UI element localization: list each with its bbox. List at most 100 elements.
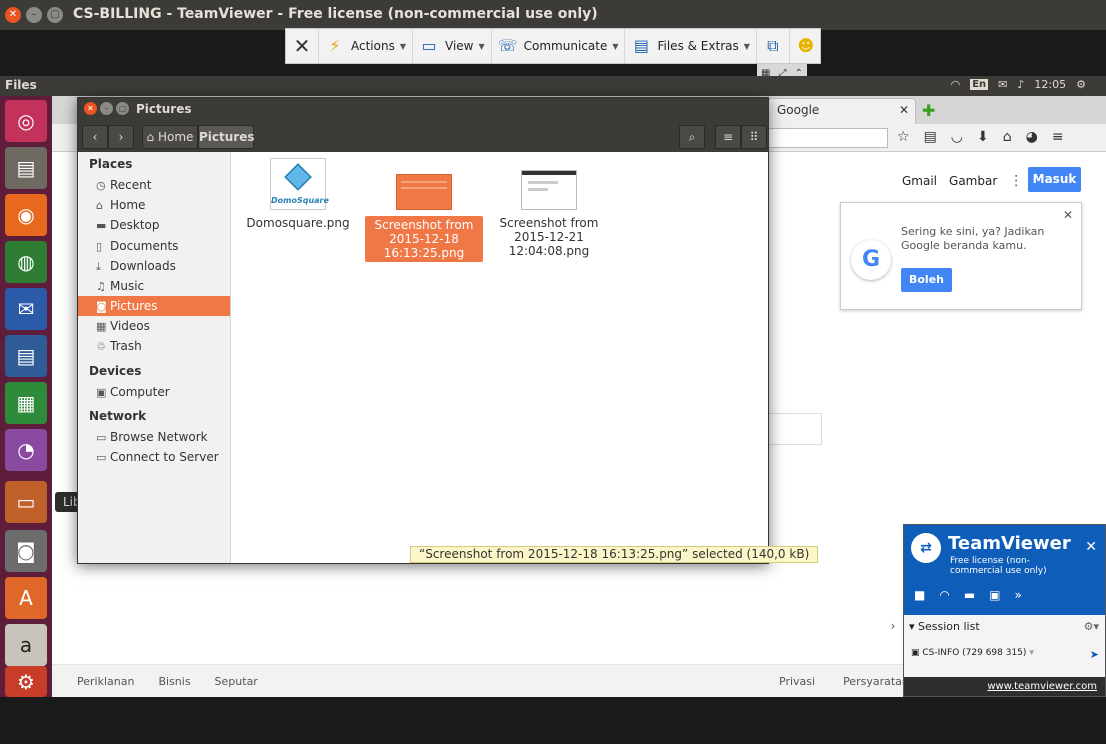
download-icon[interactable]: ⬇ <box>977 129 989 145</box>
browser-toolbar-icons: ☆ ▤ ◡ ⬇ ⌂ ◕ ≡ <box>897 129 1064 145</box>
session-entry[interactable]: ▣ CS-INFO (729 698 315) ▾ <box>911 648 1034 658</box>
window-close-button[interactable]: ✕ <box>5 7 21 23</box>
file-item-selected[interactable]: Screenshot from 2015-12-18 16:13:25.png <box>365 158 483 262</box>
switch-sides-button[interactable]: ⧉ <box>757 29 790 63</box>
images-link[interactable]: Gambar <box>949 174 997 188</box>
teamviewer-panel-header: ⇄ TeamViewer Free license (non-commercia… <box>904 525 1105 615</box>
firefox-icon[interactable]: ◉ <box>5 194 47 236</box>
impress-icon[interactable]: ▭ <box>5 481 47 523</box>
sidebar-item-label: Videos <box>110 319 150 333</box>
accept-button[interactable]: Boleh <box>901 268 952 292</box>
file-item[interactable]: Screenshot from 2015-12-21 12:04:08.png <box>490 158 608 258</box>
sidebar-item-desktop[interactable]: ▬ Desktop <box>78 215 230 235</box>
close-icon[interactable]: ✕ <box>84 102 97 115</box>
close-icon[interactable]: ✕ <box>899 103 909 117</box>
keyboard-layout[interactable]: En <box>970 79 989 90</box>
crumb-current[interactable]: Pictures <box>198 125 255 149</box>
gmail-link[interactable]: Gmail <box>902 174 937 188</box>
system-settings-icon[interactable]: ⚙ <box>5 666 47 697</box>
sidebar-item-trash[interactable]: ♲ Trash <box>78 336 230 356</box>
sign-in-button[interactable]: Masuk <box>1028 167 1081 192</box>
search-box[interactable] <box>768 413 822 445</box>
gear-icon[interactable]: ⚙ <box>1076 78 1086 91</box>
search-button[interactable]: ⌕ <box>679 125 705 149</box>
panel-expand-button[interactable]: › <box>883 616 903 636</box>
video-icon[interactable]: ■ <box>914 588 925 602</box>
footer-link[interactable]: Persyaratan <box>843 675 909 688</box>
files-extras-menu[interactable]: ▤ Files & Extras ▼ <box>625 29 757 63</box>
chat-icon[interactable]: ◕ <box>1026 129 1038 145</box>
forward-button[interactable]: › <box>108 125 134 149</box>
sidebar-item-downloads[interactable]: ⤓ Downloads <box>78 256 230 276</box>
home-icon: ⌂ <box>96 199 103 212</box>
communicate-menu[interactable]: ☏ Communicate ▼ <box>492 29 626 63</box>
menu-icon[interactable]: ≡ <box>1052 129 1064 145</box>
sidebar-item-label: Computer <box>110 385 170 399</box>
window-maximize-button[interactable]: ▢ <box>47 7 63 23</box>
gear-icon[interactable]: ⚙▾ <box>1084 620 1099 633</box>
footer-link[interactable]: Privasi <box>779 675 815 688</box>
maximize-icon[interactable]: ▢ <box>116 102 129 115</box>
mail-icon[interactable]: ✉ <box>998 78 1007 91</box>
close-icon[interactable]: ✕ <box>1085 539 1097 555</box>
sidebar-item-documents[interactable]: ▯ Documents <box>78 236 230 256</box>
window-minimize-button[interactable]: – <box>26 7 42 23</box>
pointer-icon[interactable]: ➤ <box>1090 648 1099 661</box>
bookmark-star-icon[interactable]: ☆ <box>897 129 910 145</box>
sidebar-item-label: Home <box>110 198 146 212</box>
writer-icon[interactable]: ▤ <box>5 335 47 377</box>
home-icon[interactable]: ⌂ <box>1003 129 1012 145</box>
close-icon[interactable]: ✕ <box>1063 208 1073 222</box>
camera-icon[interactable]: ◙ <box>5 530 47 572</box>
wifi-icon[interactable]: ◠ <box>951 78 961 91</box>
reading-list-icon[interactable]: ▤ <box>924 129 937 145</box>
view-menu[interactable]: ▭ View ▼ <box>413 29 492 63</box>
teamviewer-link[interactable]: www.teamviewer.com <box>987 681 1097 692</box>
actions-menu[interactable]: ⚡ Actions ▼ <box>319 29 413 63</box>
sidebar-item-home[interactable]: ⌂ Home <box>78 195 230 215</box>
footer-link[interactable]: Seputar <box>215 675 258 688</box>
chrome-icon[interactable]: ◍ <box>5 241 47 283</box>
headset-icon[interactable]: ◠ <box>939 588 949 602</box>
thunderbird-icon[interactable]: ✉ <box>5 288 47 330</box>
files-content: DomoSquare Domosquare.png Screenshot fro… <box>231 152 768 563</box>
more-icon[interactable]: » <box>1015 588 1022 602</box>
sidebar-item-recent[interactable]: ◷ Recent <box>78 175 230 195</box>
screens-icon: ⧉ <box>767 36 779 55</box>
crumb-home-label: Home <box>158 130 194 144</box>
list-view-button[interactable]: ≡ <box>715 125 741 149</box>
feedback-button[interactable]: ☻ <box>790 29 822 63</box>
volume-icon[interactable]: ♪ <box>1017 78 1024 91</box>
back-button[interactable]: ‹ <box>82 125 108 149</box>
sidebar-item-videos[interactable]: ▦ Videos <box>78 316 230 336</box>
file-item[interactable]: DomoSquare Domosquare.png <box>239 158 357 230</box>
clock[interactable]: 12:05 <box>1034 78 1066 91</box>
sidebar-item-connect-server[interactable]: ▭ Connect to Server <box>78 447 230 467</box>
calc-icon[interactable]: ▦ <box>5 382 47 424</box>
ubuntu-dash-icon[interactable]: ◎ <box>5 100 47 142</box>
minimize-icon[interactable]: – <box>100 102 113 115</box>
sidebar-item-computer[interactable]: ▣ Computer <box>78 382 230 402</box>
pidgin-icon[interactable]: ◔ <box>5 429 47 471</box>
session-list-header[interactable]: ▾ Session list <box>909 620 980 633</box>
browser-tab[interactable]: Google ✕ <box>768 98 916 124</box>
sidebar-item-browse-network[interactable]: ▭ Browse Network <box>78 427 230 447</box>
files-icon[interactable]: ▣ <box>989 588 1000 602</box>
amazon-icon[interactable]: a <box>5 624 47 666</box>
sidebar-item-music[interactable]: ♫ Music <box>78 276 230 296</box>
footer-link[interactable]: Periklanan <box>77 675 134 688</box>
crumb-home[interactable]: ⌂ Home <box>142 125 198 149</box>
sidebar-item-pictures[interactable]: ◙ Pictures <box>78 296 230 316</box>
grid-view-button[interactable]: ⠿ <box>741 125 767 149</box>
chat-icon[interactable]: ▬ <box>964 588 975 602</box>
software-center-icon[interactable]: A <box>5 577 47 619</box>
places-header: Places <box>89 157 133 171</box>
new-tab-icon[interactable]: ✚ <box>922 101 935 120</box>
pocket-icon[interactable]: ◡ <box>951 129 963 145</box>
footer-link[interactable]: Bisnis <box>158 675 190 688</box>
files-app-icon[interactable]: ▤ <box>5 147 47 189</box>
end-session-button[interactable]: ✕ <box>286 29 319 63</box>
url-bar[interactable] <box>768 128 888 148</box>
selection-status: “Screenshot from 2015-12-18 16:13:25.png… <box>410 546 819 563</box>
session-list: ▾ Session list ⚙▾ ▣ CS-INFO (729 698 315… <box>904 615 1105 677</box>
